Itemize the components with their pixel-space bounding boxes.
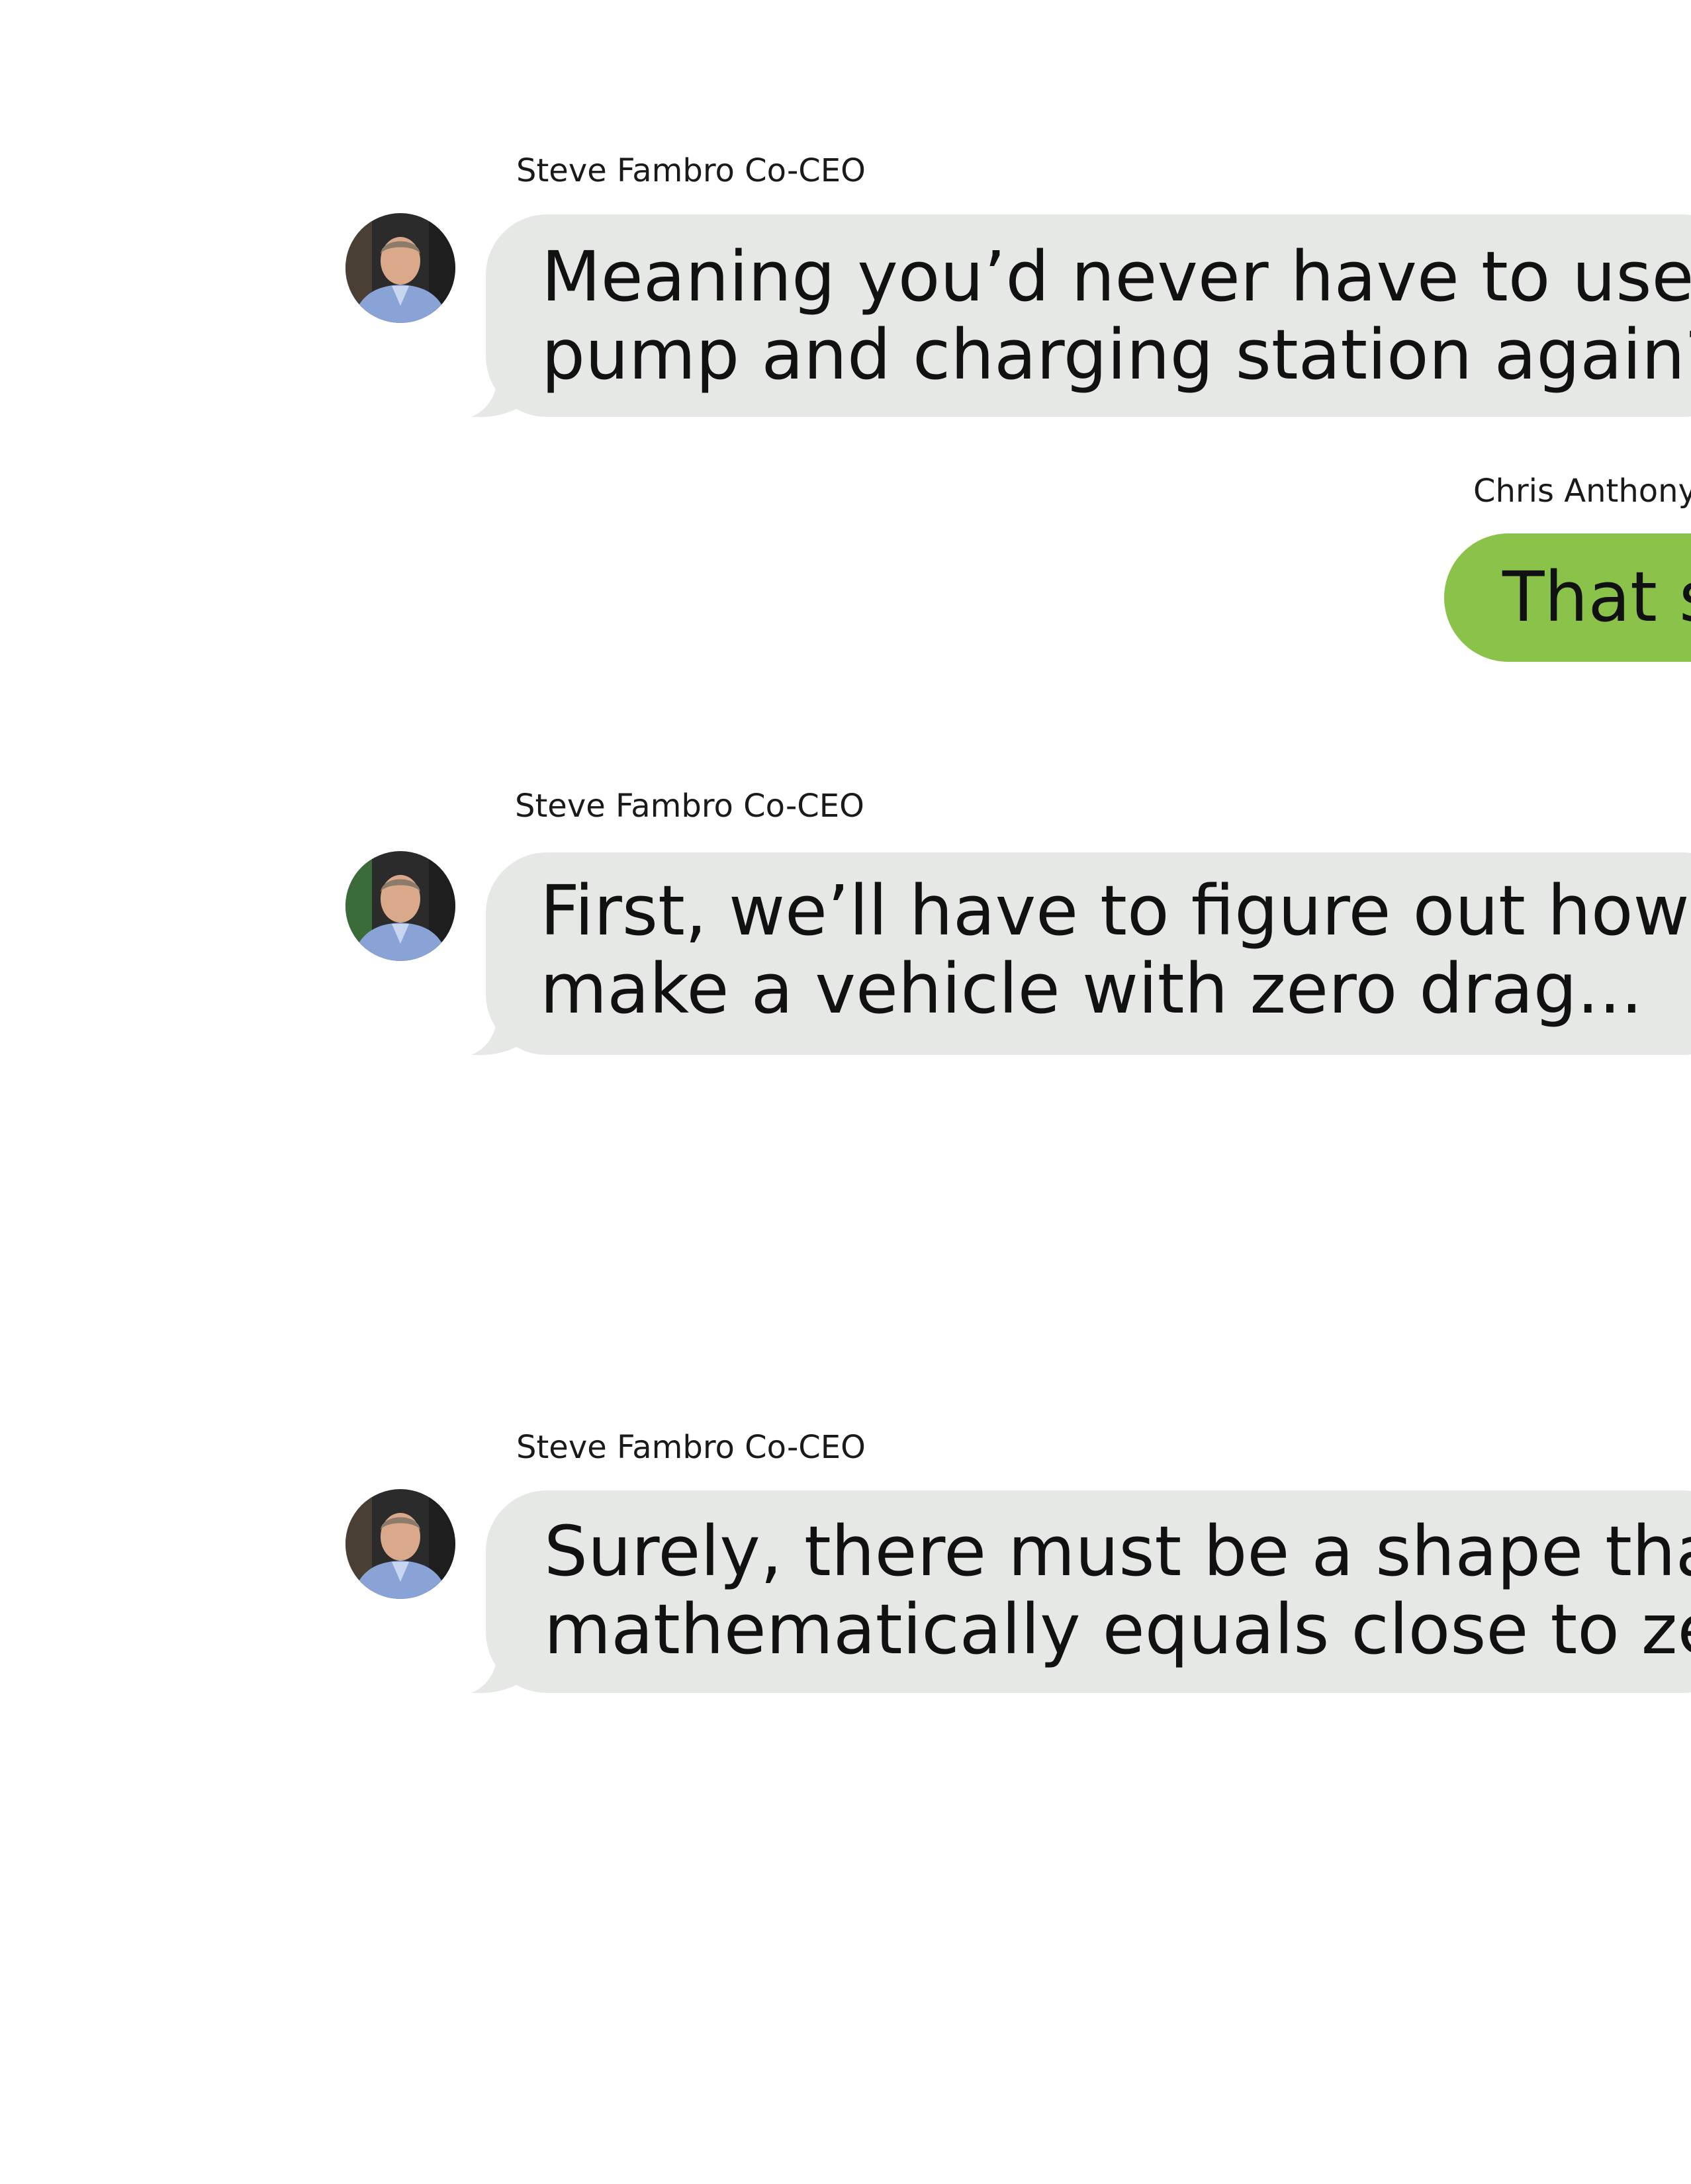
sender-name: Chris Anthony — [1473, 473, 1691, 510]
sender-name: Steve Fambro Co-CEO — [516, 1429, 866, 1466]
person-avatar-icon[interactable] — [345, 1489, 455, 1599]
person-avatar-icon[interactable] — [345, 213, 455, 323]
message-text-line: Meaning you’d never have to use the — [541, 236, 1691, 317]
message-text-line: pump and charging station again? — [541, 314, 1691, 395]
message-text-line: Surely, there must be a shape that’s — [544, 1511, 1691, 1592]
message-bubble[interactable]: That s — [1444, 533, 1691, 662]
message-text-line: First, we’ll have to figure out how to — [540, 870, 1691, 951]
message-thread: Steve Fambro Co-CEO Meaning you’d never … — [0, 0, 1691, 2184]
message-text-line: That s — [1502, 557, 1691, 637]
message-text-line: mathematically equals close to zero f — [544, 1589, 1691, 1670]
sender-name: Steve Fambro Co-CEO — [515, 788, 864, 825]
message-bubble[interactable]: Surely, there must be a shape that’s mat… — [486, 1490, 1691, 1693]
message-text-line: make a vehicle with zero drag... — [540, 948, 1643, 1029]
message-bubble[interactable]: Meaning you’d never have to use the pump… — [486, 214, 1691, 417]
person-avatar-icon[interactable] — [345, 851, 455, 961]
sender-name: Steve Fambro Co-CEO — [516, 152, 866, 189]
message-bubble[interactable]: First, we’ll have to figure out how to m… — [486, 852, 1691, 1055]
